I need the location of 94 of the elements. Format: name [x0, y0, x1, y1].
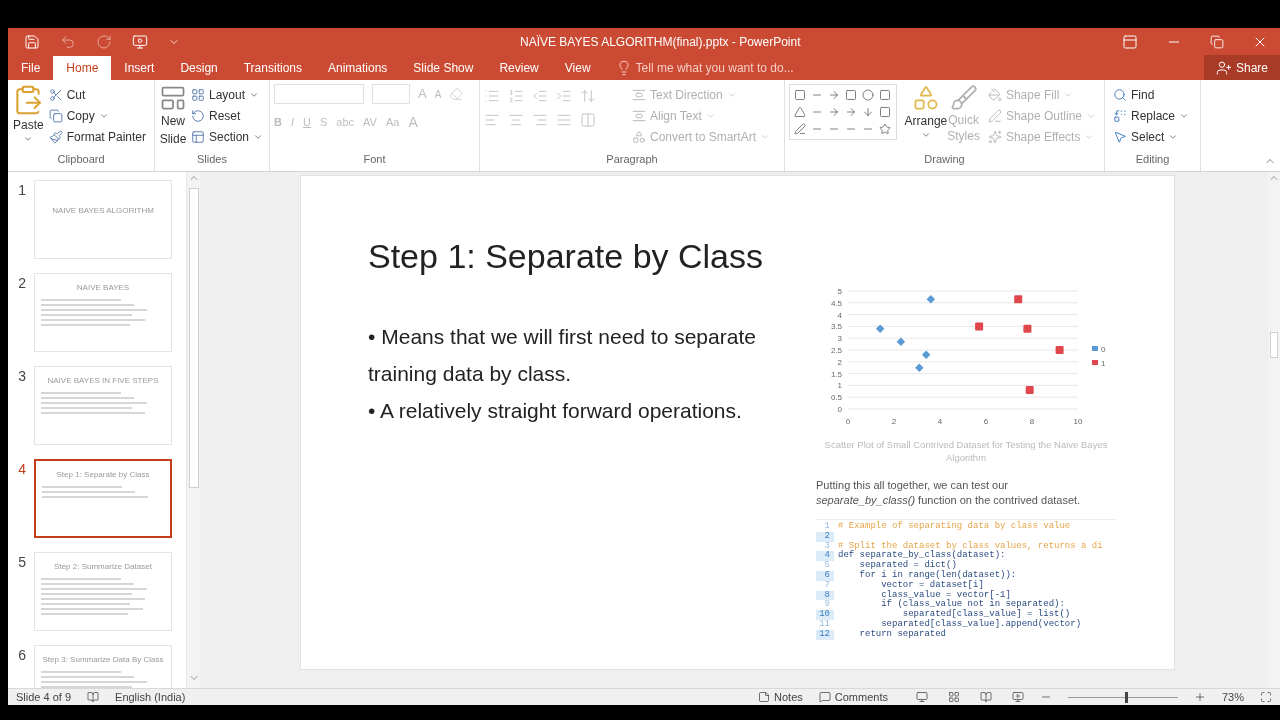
group-label: Editing — [1134, 151, 1171, 167]
line-number: 5 — [823, 561, 831, 571]
slide-thumbnail[interactable]: Step 2: Summarize Dataset — [34, 552, 172, 631]
ribbon-tab[interactable]: Design — [167, 56, 231, 80]
group-label: Slides — [196, 151, 228, 167]
code-line: for i in range(len(dataset)): — [858, 571, 1017, 580]
code-line: def separate_by_class(dataset): — [837, 551, 1006, 561]
slide-number: 6 — [17, 646, 26, 665]
slide-thumbnail[interactable]: NAIVE BAYES — [34, 273, 172, 352]
line-number: 12 — [816, 629, 834, 640]
code-line: if (class_value not in separated): — [880, 600, 1065, 610]
line-number: 10 — [816, 610, 834, 620]
slides-item[interactable]: Reset — [187, 105, 268, 126]
slide-title: Step 1: Separate by Class — [368, 236, 764, 277]
legend-label: 1 — [1101, 359, 1106, 368]
ribbon-tab[interactable]: Transitions — [230, 56, 315, 80]
slide-thumbnail[interactable]: NAIVE BAYES ALGORITHM — [34, 180, 172, 259]
line-number: 2 — [816, 531, 834, 542]
bullet-text: • Means that we will first need to separate training data by class. — [368, 324, 757, 387]
axis-tick-label: 2 — [837, 357, 842, 367]
group-label: Drawing — [923, 151, 966, 167]
ribbon-tab[interactable]: Review — [486, 56, 552, 80]
clipboard-item[interactable]: Copy — [44, 105, 150, 126]
slide-thumbnail[interactable]: NAIVE BAYES IN FIVE STEPS — [34, 366, 172, 445]
slide-counter: Slide 4 of 9 — [16, 689, 72, 705]
slides-item[interactable]: Section — [187, 126, 268, 147]
new-slide-button[interactable]: New Slide — [159, 84, 187, 151]
code-line: separated[class_value] = list() — [902, 610, 1071, 620]
axis-tick-label: 4.5 — [830, 298, 842, 308]
ribbon-tab[interactable]: View — [551, 56, 604, 80]
code-line: # Split the dataset by class values, returns a di — [837, 541, 1103, 551]
slide-number: 5 — [17, 553, 26, 572]
clipboard-item[interactable]: Format Painter — [44, 126, 150, 147]
code-line: class_value = vector[-1] — [880, 590, 1011, 600]
comments-button[interactable]: Comments — [818, 688, 888, 706]
tell-me-field[interactable]: Tell me what you want to do... — [635, 59, 826, 77]
axis-tick-label: 8 — [1029, 417, 1035, 426]
axis-tick-label: 2 — [891, 417, 897, 426]
code-line: separated = dict() — [858, 561, 957, 571]
axis-tick-label: 10 — [1073, 417, 1083, 426]
slide-thumbnail[interactable]: Step 3: Summarize Data By Class — [34, 645, 172, 688]
axis-tick-label: 0 — [837, 405, 842, 414]
line-number: 3 — [823, 541, 831, 551]
axis-tick-label: 3.5 — [830, 322, 842, 332]
chart-caption: Scatter Plot of Small Contrived Dataset for Testing the Naive Bayes Algorithm — [823, 438, 1109, 464]
ribbon-tab[interactable]: Insert — [111, 56, 168, 80]
group-label: Font — [362, 151, 387, 167]
axis-tick-label: 3 — [837, 334, 842, 344]
editing-item[interactable]: Select — [1109, 126, 1194, 147]
ribbon-tab[interactable]: Animations — [315, 56, 401, 80]
paste-button[interactable]: Paste — [12, 84, 45, 151]
zoom-level: 73% — [1221, 689, 1244, 705]
axis-tick-label: 5 — [837, 287, 842, 296]
group-label: Clipboard — [56, 151, 106, 167]
ribbon-tab[interactable]: Home — [53, 56, 112, 80]
legend-label: 0 — [1101, 345, 1106, 354]
clipboard-item[interactable]: Cut — [44, 84, 150, 105]
window-title: NAÏVE BAYES ALGORITHM(final).pptx - PowerPoint — [520, 33, 801, 51]
ribbon-tab[interactable]: Slide Show — [400, 56, 487, 80]
group-label: Paragraph — [605, 151, 659, 167]
line-number: 11 — [818, 619, 831, 630]
line-number: 1 — [823, 522, 831, 532]
notes-button[interactable]: Notes — [758, 688, 803, 706]
line-number: 8 — [816, 590, 834, 601]
code-line: separated[class_value].append(vector) — [880, 619, 1082, 629]
editing-item[interactable]: Find — [1109, 84, 1194, 105]
slide-number: 3 — [17, 367, 26, 386]
slide-number: 1 — [17, 181, 26, 200]
axis-tick-label: 4 — [837, 310, 842, 320]
editing-item[interactable]: Replace — [1109, 105, 1194, 126]
axis-tick-label: 2.5 — [830, 346, 842, 355]
axis-tick-label: 0 — [845, 417, 851, 426]
axis-tick-label: 6 — [983, 417, 989, 426]
slide-number: 2 — [17, 274, 26, 293]
paragraph-text: Putting this all together, we can test our separate_by_class() function on the contrived dataset. — [816, 478, 1082, 507]
line-number: 7 — [823, 580, 831, 591]
line-number: 9 — [823, 600, 831, 610]
ribbon-tab[interactable]: File — [8, 56, 54, 80]
axis-tick-label: 0.5 — [830, 393, 842, 403]
code-line: return separated — [858, 629, 947, 640]
line-number: 6 — [816, 571, 834, 581]
axis-tick-label: 1.5 — [830, 369, 842, 379]
code-line: # Example of separating data by class value — [837, 522, 1071, 532]
language-label: English (India) — [115, 689, 186, 705]
axis-tick-label: 1 — [837, 381, 842, 391]
slide-number: 4 — [17, 460, 26, 479]
bullet-text: • A relatively straight forward operations. — [368, 398, 743, 424]
share-button[interactable]: Share — [1203, 55, 1280, 80]
code-line: vector = dataset[i] — [880, 580, 984, 590]
slides-item[interactable]: Layout — [187, 84, 268, 105]
slide-thumbnail[interactable]: Step 1: Separate by Class — [34, 459, 172, 538]
axis-tick-label: 4 — [937, 417, 943, 426]
line-number: 4 — [816, 551, 834, 562]
arrange-button[interactable]: Arrange — [904, 84, 948, 151]
